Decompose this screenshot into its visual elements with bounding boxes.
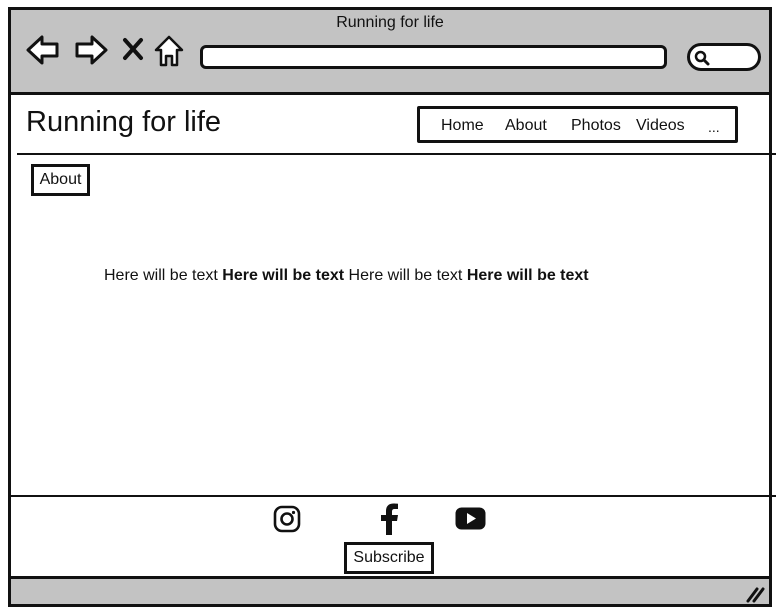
nav-item-more[interactable]: ... bbox=[708, 119, 720, 135]
forward-arrow-icon[interactable] bbox=[73, 34, 109, 71]
back-arrow-icon[interactable] bbox=[25, 34, 61, 71]
home-icon[interactable] bbox=[153, 34, 185, 73]
address-bar[interactable] bbox=[200, 45, 667, 69]
body-text-bold-segment: Here will be text bbox=[222, 267, 345, 284]
instagram-icon[interactable] bbox=[273, 505, 301, 538]
body-paragraph: Here will be text Here will be text Here… bbox=[104, 267, 589, 285]
status-bar bbox=[8, 576, 772, 607]
browser-search-field[interactable] bbox=[687, 43, 761, 71]
site-title: Running for life bbox=[26, 106, 222, 138]
search-icon bbox=[694, 50, 710, 66]
window-title: Running for life bbox=[336, 14, 444, 31]
body-text-segment: Here will be text bbox=[344, 267, 467, 284]
header-divider bbox=[17, 153, 776, 155]
facebook-icon[interactable] bbox=[378, 503, 400, 540]
subscribe-button[interactable]: Subscribe bbox=[344, 542, 434, 574]
nav-item-about[interactable]: About bbox=[505, 117, 547, 135]
browser-toolbar: Running for life bbox=[8, 7, 772, 95]
youtube-icon[interactable] bbox=[455, 507, 486, 535]
resize-grip-icon[interactable] bbox=[745, 585, 765, 608]
about-button[interactable]: About bbox=[31, 164, 90, 196]
close-icon[interactable] bbox=[122, 37, 144, 66]
main-navigation: Home About Photos Videos ... bbox=[417, 106, 738, 143]
nav-item-videos[interactable]: Videos bbox=[636, 117, 685, 135]
body-text-segment: Here will be text bbox=[104, 267, 223, 284]
nav-item-home[interactable]: Home bbox=[441, 117, 484, 135]
body-text-bold-segment: Here will be text bbox=[466, 267, 589, 284]
nav-item-photos[interactable]: Photos bbox=[571, 117, 621, 135]
footer-divider bbox=[8, 495, 776, 497]
